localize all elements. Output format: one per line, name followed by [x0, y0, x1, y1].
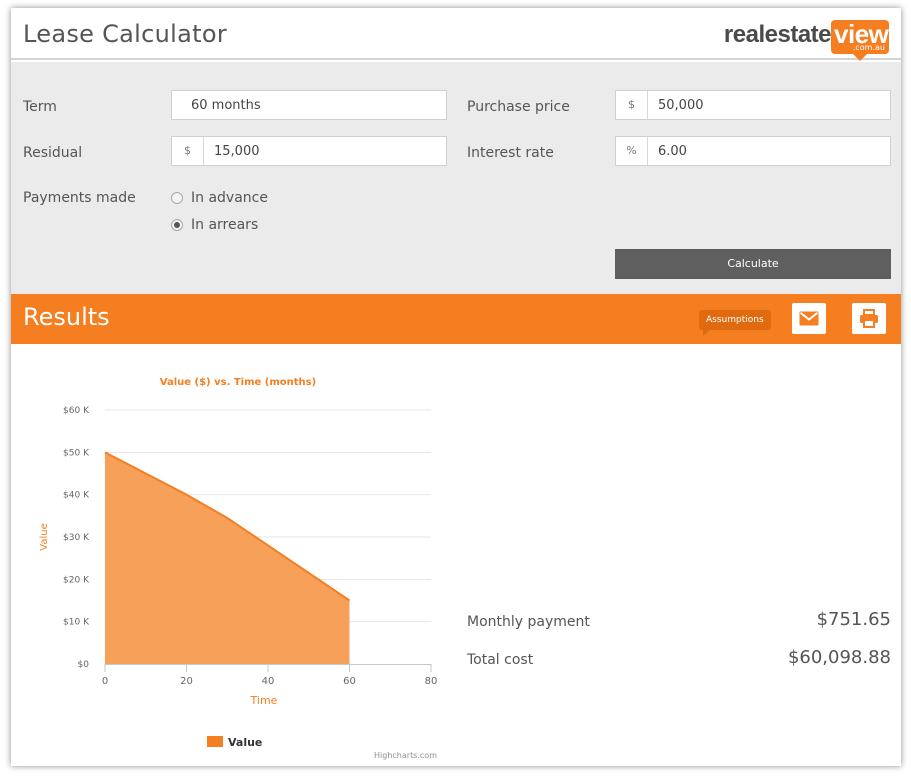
chart-legend-label: Value — [228, 736, 262, 749]
value-vs-time-chart: Value ($) vs. Time (months) $0 $10 K $20 K $… — [11, 344, 451, 766]
logo-brand-text: realestate — [723, 21, 832, 48]
chart-x-tick-label: 20 — [180, 676, 193, 687]
chart-title: Value ($) vs. Time (months) — [160, 377, 316, 388]
term-input[interactable] — [191, 91, 441, 119]
chart-y-tick-label: $0 — [78, 660, 90, 670]
total-cost-value: $60,098.88 — [787, 647, 891, 668]
purchase-price-field[interactable]: $ — [615, 90, 891, 120]
purchase-price-input[interactable] — [658, 91, 886, 119]
chart-legend-swatch — [207, 736, 223, 747]
envelope-icon — [799, 311, 819, 326]
percent-prefix: % — [616, 137, 648, 165]
interest-rate-input[interactable] — [658, 137, 886, 165]
interest-rate-label: Interest rate — [467, 145, 554, 161]
chart-x-axis-label: Time — [250, 694, 278, 707]
lease-form: Term Purchase price $ Residual $ Interes… — [11, 62, 901, 294]
page-title: Lease Calculator — [23, 20, 227, 48]
chart-x-tick-label: 80 — [425, 676, 438, 687]
assumptions-button[interactable]: Assumptions — [699, 310, 771, 336]
dollar-prefix: $ — [172, 137, 204, 165]
term-field[interactable] — [171, 90, 447, 120]
chart-y-tick-label: $30 K — [63, 533, 90, 543]
realestateview-logo[interactable]: realestate view .com.au — [719, 19, 889, 61]
radio-in-arrears-label: In arrears — [191, 217, 259, 233]
print-icon — [860, 309, 878, 328]
purchase-price-label: Purchase price — [467, 99, 570, 115]
monthly-payment-label: Monthly payment — [467, 614, 590, 630]
header: Lease Calculator realestate view .com.au — [11, 8, 901, 61]
radio-in-advance-label: In advance — [191, 190, 268, 206]
logo-domain-text: .com.au — [852, 43, 885, 52]
interest-rate-field[interactable]: % — [615, 136, 891, 166]
radio-in-advance-control[interactable] — [171, 192, 183, 204]
radio-in-advance[interactable]: In advance — [171, 190, 268, 206]
term-label: Term — [23, 99, 57, 115]
radio-in-arrears-control[interactable] — [171, 219, 183, 231]
chart-area-fill — [105, 452, 350, 664]
dollar-prefix: $ — [616, 91, 648, 119]
chart-x-tick-label: 40 — [262, 676, 275, 687]
chart-x-tick-label: 60 — [343, 676, 356, 687]
chart-y-tick-label: $20 K — [63, 575, 90, 585]
chart-y-tick-label: $10 K — [63, 618, 90, 628]
results-title: Results — [23, 303, 110, 331]
monthly-payment-value: $751.65 — [816, 609, 891, 630]
chart-y-axis-label: Value — [39, 523, 50, 550]
chart-y-tick-label: $60 K — [63, 406, 90, 416]
chart-y-tick-label: $50 K — [63, 448, 90, 458]
results-header: Results Assumptions — [11, 294, 901, 344]
calculate-button[interactable]: Calculate — [615, 249, 891, 279]
email-button[interactable] — [792, 303, 826, 334]
residual-input[interactable] — [214, 137, 442, 165]
radio-in-arrears[interactable]: In arrears — [171, 217, 258, 233]
chart-y-tick-label: $40 K — [63, 491, 90, 501]
total-cost-label: Total cost — [467, 652, 534, 668]
print-button[interactable] — [852, 303, 886, 334]
chart-x-tick-label: 0 — [102, 676, 108, 687]
chart-credits: Highcharts.com — [374, 751, 437, 760]
lease-calculator-card: Lease Calculator realestate view .com.au… — [11, 8, 901, 766]
residual-label: Residual — [23, 145, 83, 161]
residual-field[interactable]: $ — [171, 136, 447, 166]
logo-view-badge: view .com.au — [831, 19, 889, 61]
payments-made-label: Payments made — [23, 190, 136, 206]
chart-svg: Value ($) vs. Time (months) $0 $10 K $20 K $… — [39, 377, 438, 760]
